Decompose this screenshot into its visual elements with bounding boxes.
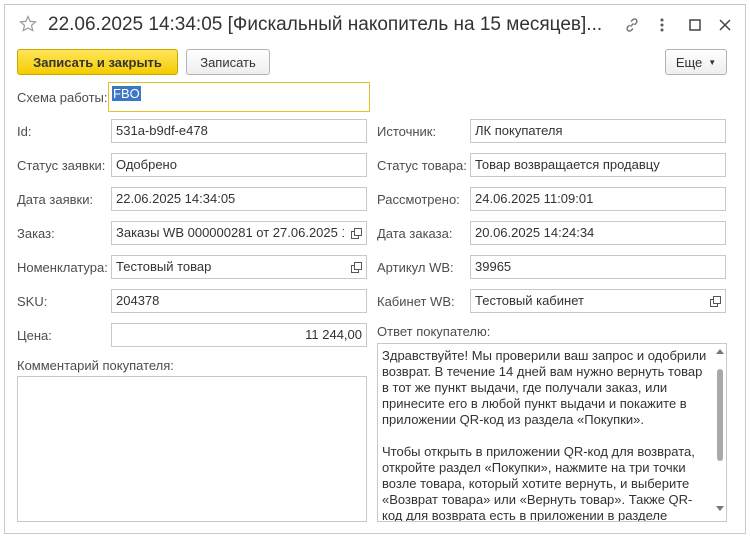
scroll-down-icon[interactable] bbox=[716, 505, 724, 513]
order-date-field[interactable]: 20.06.2025 14:24:34 bbox=[470, 221, 726, 245]
scheme-value: FBO bbox=[112, 86, 141, 101]
price-field[interactable]: 11 244,00 bbox=[111, 323, 367, 347]
more-menu-button[interactable]: Еще ▼ bbox=[665, 49, 727, 75]
close-icon[interactable] bbox=[716, 16, 734, 34]
more-actions-icon[interactable] bbox=[653, 16, 671, 34]
id-label: Id: bbox=[17, 124, 32, 139]
request-date-field[interactable]: 22.06.2025 14:34:05 bbox=[111, 187, 367, 211]
buyer-answer-label: Ответ покупателю: bbox=[377, 324, 491, 339]
scroll-thumb[interactable] bbox=[717, 369, 723, 461]
order-date-label: Дата заказа: bbox=[377, 226, 453, 241]
title-bar: 22.06.2025 14:34:05 [Фискальный накопите… bbox=[5, 5, 745, 45]
maximize-icon[interactable] bbox=[686, 16, 704, 34]
reviewed-label: Рассмотрено: bbox=[377, 192, 460, 207]
link-icon[interactable] bbox=[623, 16, 641, 34]
more-menu-label: Еще bbox=[675, 54, 703, 70]
nomenclature-field[interactable]: Тестовый товар bbox=[111, 255, 367, 279]
goods-status-label: Статус товара: bbox=[377, 158, 467, 173]
buyer-answer-paragraph: Чтобы открыть в приложении QR-код для во… bbox=[382, 444, 695, 522]
open-form-icon[interactable] bbox=[346, 256, 366, 278]
sku-label: SKU: bbox=[17, 294, 48, 309]
request-status-field[interactable]: Одобрено bbox=[111, 153, 367, 177]
nomenclature-label: Номенклатура: bbox=[17, 260, 108, 275]
goods-status-field[interactable]: Товар возвращается продавцу bbox=[470, 153, 726, 177]
buyer-comment-label: Комментарий покупателя: bbox=[17, 358, 174, 373]
form-window: 22.06.2025 14:34:05 [Фискальный накопите… bbox=[4, 4, 746, 534]
scroll-up-icon[interactable] bbox=[716, 347, 724, 355]
buyer-answer-text: Здравствуйте! Мы проверили ваш запрос и … bbox=[382, 348, 712, 522]
article-label: Артикул WB: bbox=[377, 260, 454, 275]
scheme-label: Схема работы: bbox=[17, 90, 108, 105]
answer-scrollbar[interactable] bbox=[716, 347, 724, 513]
buyer-comment-textarea[interactable] bbox=[17, 376, 367, 522]
cabinet-value: Тестовый кабинет bbox=[475, 293, 584, 308]
source-label: Источник: bbox=[377, 124, 437, 139]
cabinet-field[interactable]: Тестовый кабинет bbox=[470, 289, 726, 313]
order-value: Заказы WB 000000281 от 27.06.2025 1 bbox=[116, 225, 344, 240]
buyer-answer-paragraph: Здравствуйте! Мы проверили ваш запрос и … bbox=[382, 348, 707, 427]
article-field[interactable]: 39965 bbox=[470, 255, 726, 279]
favorite-star-icon[interactable] bbox=[19, 15, 37, 33]
window-title: 22.06.2025 14:34:05 [Фискальный накопите… bbox=[48, 14, 603, 35]
save-button[interactable]: Записать bbox=[186, 49, 270, 75]
chevron-down-icon: ▼ bbox=[708, 57, 717, 67]
scheme-field[interactable]: FBO bbox=[108, 82, 370, 112]
nomenclature-value: Тестовый товар bbox=[116, 259, 212, 274]
order-label: Заказ: bbox=[17, 226, 55, 241]
open-form-icon[interactable] bbox=[705, 290, 725, 312]
id-field[interactable]: 531a-b9df-e478 bbox=[111, 119, 367, 143]
price-label: Цена: bbox=[17, 328, 52, 343]
reviewed-field[interactable]: 24.06.2025 11:09:01 bbox=[470, 187, 726, 211]
save-and-close-button[interactable]: Записать и закрыть bbox=[17, 49, 178, 75]
cabinet-label: Кабинет WB: bbox=[377, 294, 455, 309]
open-form-icon[interactable] bbox=[346, 222, 366, 244]
source-field[interactable]: ЛК покупателя bbox=[470, 119, 726, 143]
request-date-label: Дата заявки: bbox=[17, 192, 94, 207]
order-field[interactable]: Заказы WB 000000281 от 27.06.2025 1 bbox=[111, 221, 367, 245]
sku-field[interactable]: 204378 bbox=[111, 289, 367, 313]
request-status-label: Статус заявки: bbox=[17, 158, 106, 173]
buyer-answer-textarea[interactable]: Здравствуйте! Мы проверили ваш запрос и … bbox=[377, 343, 727, 522]
